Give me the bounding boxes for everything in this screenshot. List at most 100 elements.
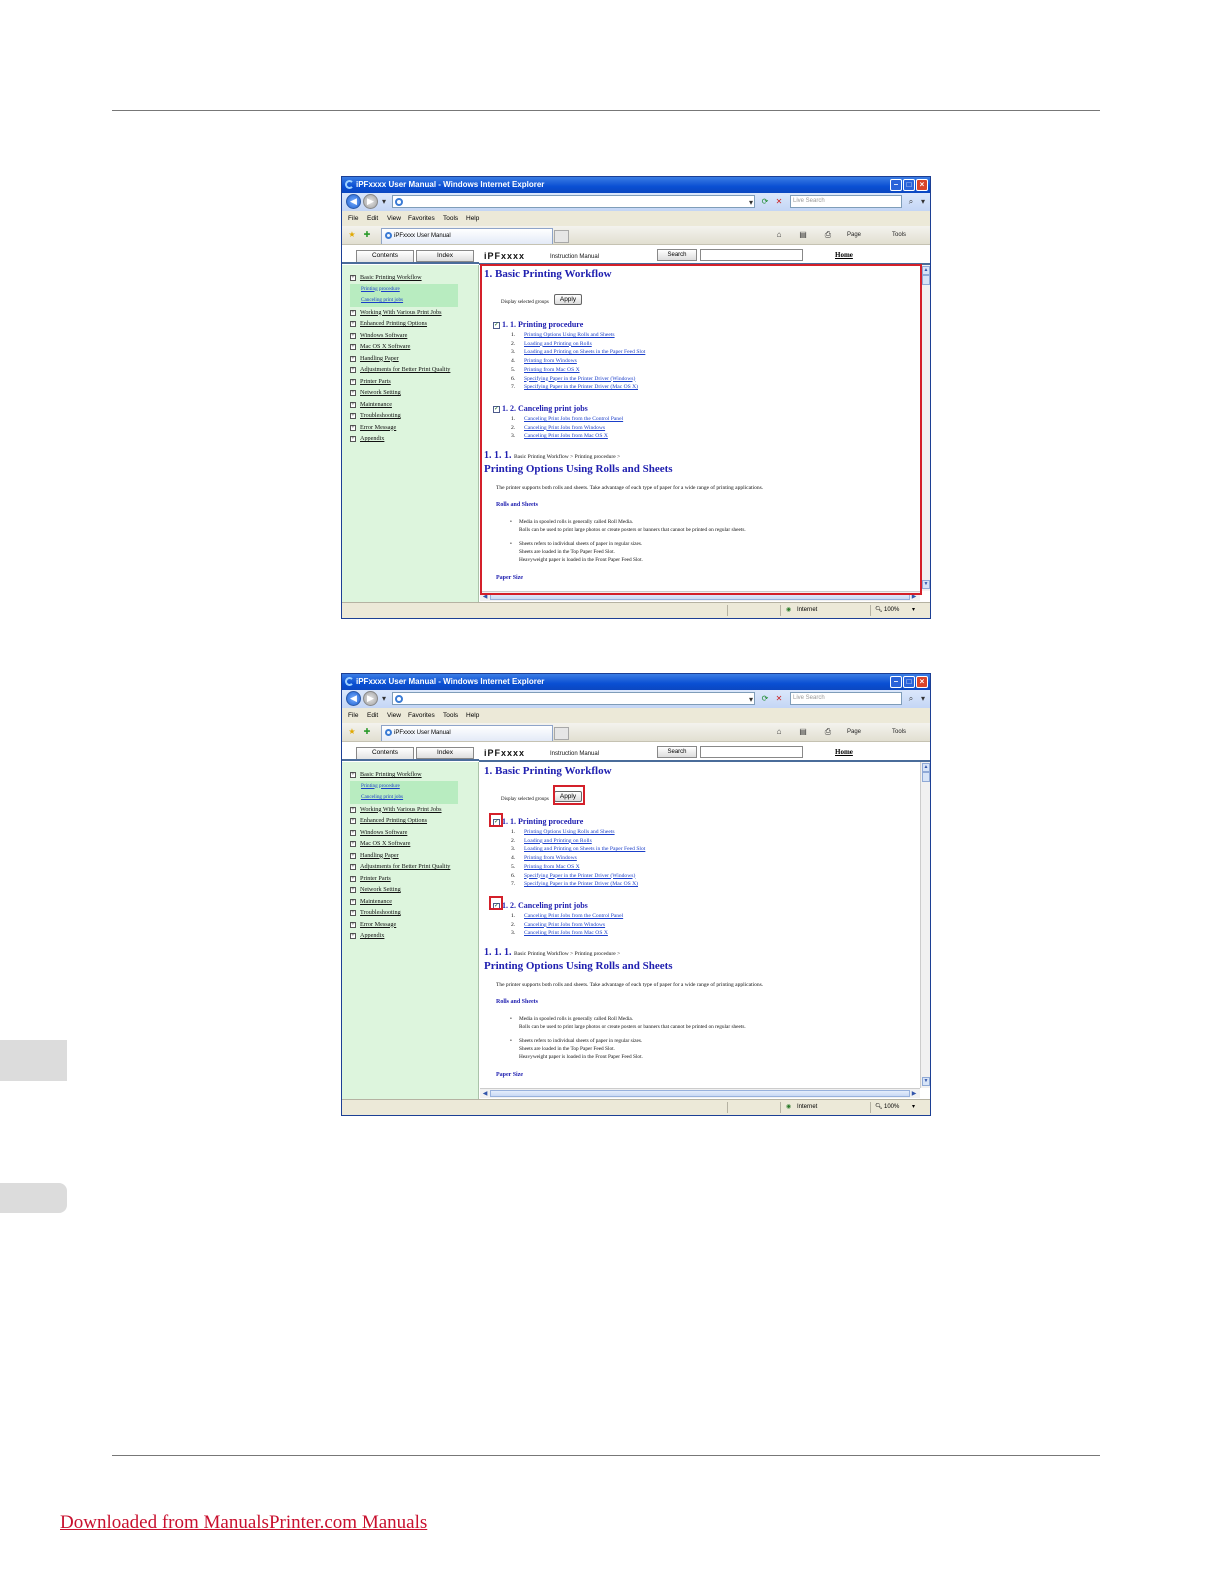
- tree-item[interactable]: + Troubleshooting: [350, 410, 475, 422]
- tree-item[interactable]: + Handling Paper: [350, 850, 475, 862]
- back-button[interactable]: ◀: [346, 691, 361, 706]
- tree-item[interactable]: + Working With Various Print Jobs: [350, 804, 475, 816]
- new-tab-button[interactable]: [554, 230, 569, 243]
- favorites-star-icon[interactable]: ★: [347, 229, 357, 240]
- expand-icon[interactable]: +: [350, 887, 356, 893]
- menu-favorites[interactable]: Favorites: [408, 211, 435, 226]
- forward-button[interactable]: ▶: [363, 691, 378, 706]
- stop-icon[interactable]: ✕: [774, 693, 784, 704]
- topic-link[interactable]: Specifying Paper in the Printer Driver (…: [524, 881, 638, 887]
- expand-icon[interactable]: +: [350, 933, 356, 939]
- expand-icon[interactable]: +: [350, 806, 356, 813]
- tree-item[interactable]: + Error Message: [350, 422, 475, 434]
- tree-item[interactable]: + Printer Parts: [350, 376, 475, 388]
- menu-tools[interactable]: Tools: [443, 211, 458, 226]
- expand-icon[interactable]: +: [350, 321, 356, 327]
- history-dropdown-icon[interactable]: ▾: [379, 196, 389, 207]
- expand-icon[interactable]: +: [350, 772, 356, 778]
- zoom-dropdown-icon[interactable]: ▾: [912, 1100, 915, 1115]
- tree-subitem[interactable]: Canceling print jobs: [350, 295, 458, 307]
- footer-download-link[interactable]: Downloaded from ManualsPrinter.com Manua…: [60, 1512, 427, 1534]
- tree-subitem[interactable]: Printing procedure: [350, 780, 458, 792]
- expand-icon[interactable]: +: [350, 378, 356, 385]
- close-button[interactable]: ×: [916, 179, 928, 191]
- feeds-icon[interactable]: ▤: [798, 726, 808, 737]
- expand-icon[interactable]: +: [350, 921, 356, 928]
- scroll-down-icon[interactable]: ▼: [922, 1077, 930, 1086]
- topic-link[interactable]: Printing from Mac OS X: [524, 864, 580, 870]
- tree-item[interactable]: + Handling Paper: [350, 353, 475, 365]
- expand-icon[interactable]: +: [350, 401, 356, 408]
- expand-icon[interactable]: +: [350, 355, 356, 362]
- menu-tools[interactable]: Tools: [443, 708, 458, 723]
- new-tab-button[interactable]: [554, 727, 569, 740]
- menu-view[interactable]: View: [387, 708, 401, 723]
- scroll-right-icon[interactable]: ▶: [910, 1090, 918, 1098]
- expand-icon[interactable]: +: [350, 436, 356, 442]
- menu-help[interactable]: Help: [466, 211, 479, 226]
- help-search-input[interactable]: [700, 746, 803, 758]
- tree-item[interactable]: + Enhanced Printing Options: [350, 815, 475, 827]
- topic-link[interactable]: Printing from Windows: [524, 855, 577, 861]
- expand-icon[interactable]: +: [350, 367, 356, 373]
- refresh-icon[interactable]: ⟳: [760, 196, 770, 207]
- tree-item[interactable]: + Windows Software: [350, 330, 475, 342]
- tree-item[interactable]: + Appendix: [350, 433, 475, 445]
- address-dropdown-icon[interactable]: ▾: [746, 694, 756, 705]
- tree-item[interactable]: + Appendix: [350, 930, 475, 942]
- tab-index[interactable]: Index: [416, 747, 474, 759]
- maximize-button[interactable]: □: [903, 179, 915, 191]
- menu-edit[interactable]: Edit: [367, 211, 378, 226]
- topic-link[interactable]: Canceling Print Jobs from Windows: [524, 922, 605, 928]
- tree-item[interactable]: + Network Setting: [350, 387, 475, 399]
- menu-edit[interactable]: Edit: [367, 708, 378, 723]
- tree-item[interactable]: + Basic Printing Workflow: [350, 769, 475, 781]
- forward-button[interactable]: ▶: [363, 194, 378, 209]
- history-dropdown-icon[interactable]: ▾: [379, 693, 389, 704]
- minimize-button[interactable]: –: [890, 676, 902, 688]
- h-scroll-thumb[interactable]: [490, 1090, 910, 1097]
- search-button[interactable]: Search: [657, 249, 697, 261]
- zoom-icon[interactable]: 🔍︎: [875, 603, 883, 618]
- print-icon[interactable]: ⎙: [823, 726, 833, 737]
- topic-link[interactable]: Specifying Paper in the Printer Driver (…: [524, 873, 635, 879]
- expand-icon[interactable]: +: [350, 852, 356, 859]
- address-bar[interactable]: [392, 195, 755, 208]
- print-icon[interactable]: ⎙: [823, 229, 833, 240]
- scroll-left-icon[interactable]: ◀: [481, 1090, 489, 1098]
- help-search-input[interactable]: [700, 249, 803, 261]
- search-icon[interactable]: ⌕: [906, 196, 916, 207]
- tree-item[interactable]: + Adjustments for Better Print Quality: [350, 861, 475, 873]
- back-button[interactable]: ◀: [346, 194, 361, 209]
- expand-icon[interactable]: +: [350, 413, 356, 419]
- expand-icon[interactable]: +: [350, 424, 356, 431]
- horizontal-scrollbar[interactable]: ◀ ▶: [480, 1088, 920, 1098]
- tools-menu[interactable]: Tools: [892, 726, 906, 738]
- tree-item[interactable]: + Basic Printing Workflow: [350, 272, 475, 284]
- tools-menu[interactable]: Tools: [892, 229, 906, 241]
- zoom-level[interactable]: 100%: [884, 603, 899, 618]
- browser-tab[interactable]: iPFxxxx User Manual: [381, 725, 553, 741]
- vertical-scrollbar[interactable]: ▲ ▼: [920, 762, 930, 1088]
- expand-icon[interactable]: +: [350, 309, 356, 316]
- zoom-level[interactable]: 100%: [884, 1100, 899, 1115]
- address-bar[interactable]: [392, 692, 755, 705]
- tree-item[interactable]: + Mac OS X Software: [350, 838, 475, 850]
- favorites-star-icon[interactable]: ★: [347, 726, 357, 737]
- maximize-button[interactable]: □: [903, 676, 915, 688]
- menu-view[interactable]: View: [387, 211, 401, 226]
- topic-link[interactable]: Canceling Print Jobs from Mac OS X: [524, 930, 608, 936]
- tab-index[interactable]: Index: [416, 250, 474, 262]
- tree-subitem[interactable]: Printing procedure: [350, 283, 458, 295]
- tree-item[interactable]: + Enhanced Printing Options: [350, 318, 475, 330]
- expand-icon[interactable]: +: [350, 390, 356, 396]
- expand-icon[interactable]: +: [350, 344, 356, 350]
- zoom-icon[interactable]: 🔍︎: [875, 1100, 883, 1115]
- search-options-icon[interactable]: ▾: [918, 693, 928, 704]
- expand-icon[interactable]: +: [350, 910, 356, 916]
- tree-item[interactable]: + Troubleshooting: [350, 907, 475, 919]
- topic-link[interactable]: Canceling Print Jobs from the Control Pa…: [524, 913, 623, 919]
- tree-item[interactable]: + Network Setting: [350, 884, 475, 896]
- search-options-icon[interactable]: ▾: [918, 196, 928, 207]
- page-menu[interactable]: Page: [847, 229, 861, 241]
